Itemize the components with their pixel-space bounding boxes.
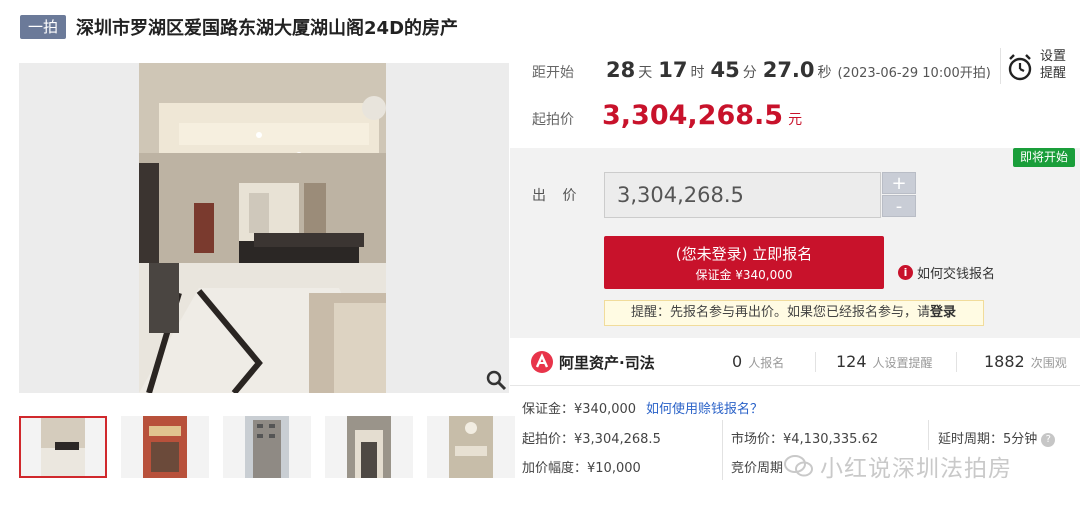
- set-reminder-button[interactable]: 设置提醒: [1000, 48, 1072, 84]
- thumbnail-building-exterior[interactable]: [223, 416, 311, 478]
- main-property-photo[interactable]: [19, 63, 509, 393]
- how-to-pay-link[interactable]: i 如何交钱报名: [898, 263, 995, 282]
- tip-text: 提醒：先报名参与再出价。如果您已经报名参与，请: [631, 305, 931, 320]
- view-count-value: 1882: [984, 352, 1025, 371]
- stats-row: 阿里资产·司法 0 人报名 124 人设置提醒 1882 次围观: [510, 338, 1080, 386]
- wechat-icon: [784, 455, 813, 477]
- auction-round-badge: 一拍: [20, 15, 67, 39]
- watermark-text: 小红说深圳法拍房: [820, 456, 1012, 482]
- starting-price-value: 3,304,268.5: [602, 100, 784, 131]
- countdown-seconds-unit: 秒: [817, 65, 832, 81]
- bid-label: 出 价: [532, 188, 583, 204]
- brand: 阿里资产·司法: [531, 351, 655, 373]
- detail-start-price: 起拍价：¥3,304,268.5: [522, 432, 661, 447]
- reminder-tip: 提醒：先报名参与再出价。如果您已经报名参与，请登录: [604, 300, 984, 326]
- reminder-count-value: 124: [836, 352, 867, 371]
- reminder-count-label: 人设置提醒: [872, 356, 933, 370]
- thumbnail-living-room[interactable]: [19, 416, 107, 478]
- reminder-count: 124 人设置提醒: [836, 352, 933, 371]
- signup-now-button[interactable]: (您未登录) 立即报名 保证金 ¥340,000: [604, 236, 884, 289]
- countdown-days-unit: 天: [638, 65, 653, 81]
- thumbnail-entrance-lobby[interactable]: [325, 416, 413, 478]
- details-divider: [928, 420, 929, 450]
- start-time-note: (2023-06-29 10:00开拍): [837, 66, 991, 81]
- living-room-photo: [139, 63, 386, 393]
- view-count: 1882 次围观: [984, 352, 1067, 371]
- signup-count: 0 人报名: [732, 352, 784, 371]
- starting-price-label: 起拍价: [532, 112, 574, 128]
- starting-price-row: 起拍价 3,304,268.5 元: [532, 100, 802, 131]
- stats-divider: [956, 352, 957, 372]
- view-count-label: 次围观: [1030, 356, 1067, 370]
- signup-button-label: (您未登录) 立即报名: [675, 245, 813, 263]
- thumbnail-dining-room[interactable]: [427, 416, 515, 478]
- countdown-days: 28: [606, 58, 636, 82]
- bid-panel: 即将开始 出 价 3,304,268.5 + - (您未登录) 立即报名 保证金…: [510, 148, 1080, 338]
- decrease-bid-button[interactable]: -: [882, 195, 916, 217]
- detail-increment: 加价幅度：¥10,000: [522, 461, 641, 476]
- ali-assets-logo-icon: [531, 351, 553, 373]
- reminder-divider: [1000, 48, 1001, 84]
- countdown-label: 距开始: [532, 65, 574, 81]
- how-to-pay-label: 如何交钱报名: [917, 267, 996, 282]
- login-link[interactable]: 登录: [930, 305, 956, 320]
- increase-bid-button[interactable]: +: [882, 172, 916, 194]
- signup-count-value: 0: [732, 352, 743, 371]
- details-divider: [722, 420, 723, 480]
- detail-delay-period: 延时周期：5分钟?: [938, 428, 1056, 447]
- countdown: 距开始 28 天 17 时 45 分 27.0 秒 (2023-06-29 10…: [532, 58, 991, 88]
- deposit-text: 保证金：¥340,000: [522, 402, 637, 417]
- alarm-clock-icon: [1008, 54, 1032, 81]
- page-title: 深圳市罗湖区爱国路东湖大厦湖山阁24D的房产: [76, 18, 459, 39]
- thumbnail-storefront[interactable]: [121, 416, 209, 478]
- status-badge: 即将开始: [1012, 148, 1075, 167]
- bid-amount-input[interactable]: 3,304,268.5: [604, 172, 881, 218]
- set-reminder-label: 设置提醒: [1040, 49, 1067, 81]
- brand-name: 阿里资产·司法: [559, 353, 655, 372]
- delay-period-text: 延时周期：5分钟: [938, 432, 1038, 447]
- signup-deposit-label: 保证金 ¥340,000: [695, 268, 793, 282]
- watermark: 小红说深圳法拍房: [784, 449, 1012, 483]
- countdown-minutes: 45: [710, 58, 740, 82]
- countdown-hours-unit: 时: [690, 65, 705, 81]
- signup-count-label: 人报名: [748, 356, 785, 370]
- info-icon: i: [898, 265, 913, 280]
- detail-bidding-period: 竞价周期: [731, 461, 784, 476]
- countdown-hours: 17: [658, 58, 688, 82]
- stats-divider: [815, 352, 816, 372]
- detail-market-price: 市场价：¥4,130,335.62: [731, 432, 879, 447]
- starting-price-unit: 元: [788, 112, 803, 128]
- countdown-minutes-unit: 分: [742, 65, 757, 81]
- help-icon[interactable]: ?: [1041, 433, 1056, 447]
- zoom-icon[interactable]: [485, 369, 507, 391]
- countdown-seconds: 27.0: [762, 58, 815, 82]
- deposit-info: 保证金：¥340,000 如何使用赊钱报名？: [522, 398, 763, 417]
- credit-signup-link[interactable]: 如何使用赊钱报名？: [646, 402, 763, 417]
- thumbnail-strip: [19, 416, 515, 480]
- title-bar: 一拍 深圳市罗湖区爱国路东湖大厦湖山阁24D的房产: [20, 14, 458, 40]
